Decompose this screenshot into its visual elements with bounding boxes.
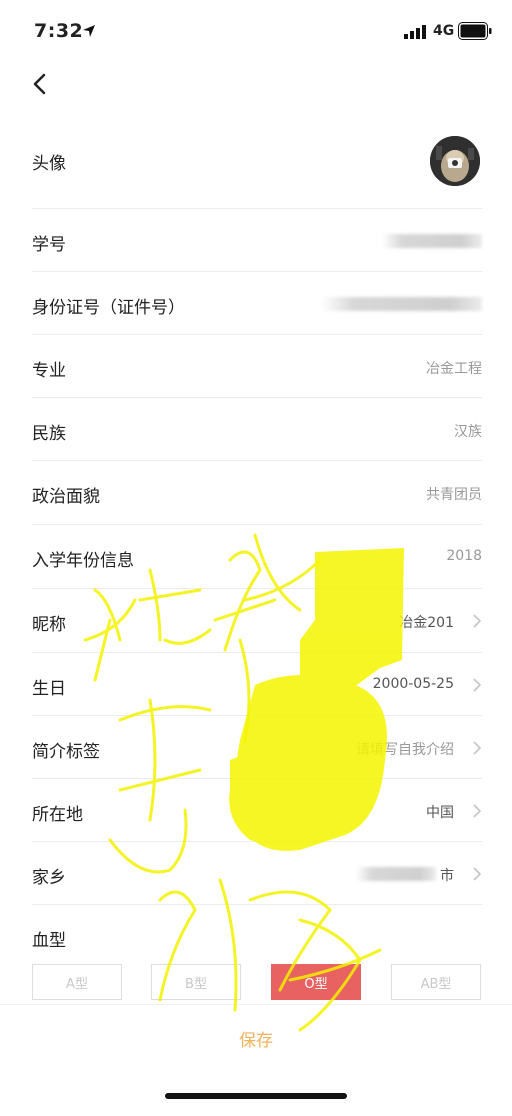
- student-id-redacted: [382, 234, 482, 248]
- blood-type-label: 血型: [32, 931, 66, 951]
- blood-type-o-button[interactable]: O型: [271, 964, 361, 1000]
- network-type: 4G: [433, 23, 455, 39]
- enrollment-value: 2018: [446, 548, 482, 564]
- location-row[interactable]: 所在地 中国: [32, 778, 482, 842]
- birthday-row[interactable]: 生日 2000-05-25: [32, 652, 482, 716]
- hometown-redacted: [356, 867, 436, 881]
- id-number-label: 身份证号（证件号）: [32, 298, 185, 318]
- nickname-label: 昵称: [32, 615, 66, 635]
- back-chevron-icon[interactable]: [30, 72, 50, 96]
- blood-type-row: 血型: [32, 904, 482, 958]
- student-id-row: 学号: [32, 208, 482, 272]
- blood-type-a-button[interactable]: A型: [32, 964, 122, 1000]
- status-bar: 7:32 4G: [0, 0, 512, 60]
- ethnicity-value: 汉族: [454, 424, 482, 440]
- hometown-value: 市: [440, 868, 454, 884]
- blood-type-ab-button[interactable]: AB型: [391, 964, 481, 1000]
- student-id-label: 学号: [32, 235, 66, 255]
- save-button[interactable]: 保存: [0, 1005, 512, 1071]
- location-arrow-icon: [83, 25, 95, 37]
- political-label: 政治面貌: [32, 487, 100, 507]
- major-label: 专业: [32, 361, 66, 381]
- id-number-row: 身份证号（证件号）: [32, 271, 482, 335]
- bio-row[interactable]: 简介标签 请填写自我介绍: [32, 715, 482, 779]
- chevron-right-icon: [473, 804, 482, 818]
- nickname-row[interactable]: 昵称 冶金201: [32, 588, 482, 653]
- avatar-image: [430, 136, 480, 186]
- chevron-right-icon: [473, 867, 482, 881]
- chevron-right-icon: [473, 678, 482, 692]
- major-value: 冶金工程: [426, 361, 482, 377]
- blood-type-b-button[interactable]: B型: [151, 964, 241, 1000]
- bottom-bar: 保存: [0, 1004, 512, 1071]
- birthday-value: 2000-05-25: [372, 676, 454, 692]
- enrollment-label: 入学年份信息: [32, 551, 134, 571]
- avatar-label: 头像: [32, 154, 66, 174]
- signal-icon: [404, 25, 426, 39]
- avatar[interactable]: [430, 136, 480, 186]
- political-value: 共青团员: [426, 487, 482, 503]
- political-row: 政治面貌 共青团员: [32, 460, 482, 525]
- avatar-row[interactable]: 头像: [32, 112, 482, 209]
- bio-label: 简介标签: [32, 742, 100, 762]
- location-label: 所在地: [32, 805, 83, 825]
- home-indicator: [165, 1093, 347, 1099]
- id-number-redacted: [322, 297, 482, 311]
- hometown-row[interactable]: 家乡 市: [32, 841, 482, 905]
- ethnicity-row: 民族 汉族: [32, 397, 482, 461]
- chevron-right-icon: [473, 741, 482, 755]
- birthday-label: 生日: [32, 679, 66, 699]
- blood-type-options: A型 B型 O型 AB型: [0, 964, 512, 1006]
- bio-value: 请填写自我介绍: [356, 742, 454, 758]
- nickname-value: 冶金201: [399, 615, 454, 631]
- battery-icon: [458, 22, 492, 40]
- chevron-right-icon: [473, 614, 482, 628]
- ethnicity-label: 民族: [32, 424, 66, 444]
- status-time: 7:32: [34, 20, 84, 42]
- hometown-label: 家乡: [32, 868, 66, 888]
- location-value: 中国: [426, 805, 454, 821]
- enrollment-row: 入学年份信息 2018: [32, 524, 482, 589]
- major-row: 专业 冶金工程: [32, 334, 482, 398]
